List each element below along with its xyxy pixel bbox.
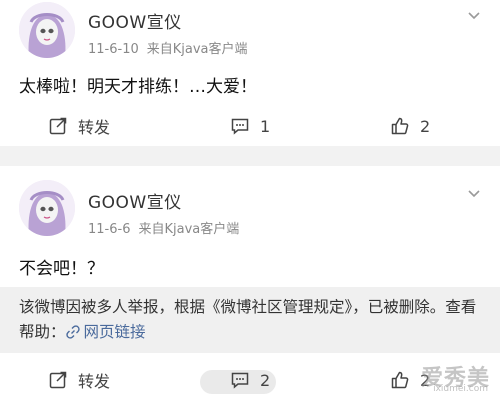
post-source: 来自Kjava客户端 (146, 42, 248, 57)
repost-button[interactable]: 转发 (48, 360, 110, 400)
webpage-link-label: 网页链接 (83, 323, 146, 341)
comment-icon (231, 372, 249, 389)
comment-button[interactable]: 1 (230, 106, 270, 146)
chevron-down-icon[interactable] (466, 186, 482, 202)
author-name[interactable]: GOOW宣仪 (88, 188, 182, 213)
author-name[interactable]: GOOW宣仪 (88, 8, 182, 33)
like-button[interactable]: 2 (390, 106, 430, 146)
avatar[interactable] (19, 180, 75, 236)
post-actions: 转发 1 2 (0, 106, 500, 146)
post-date: 11-6-6 (88, 222, 131, 237)
comment-count: 2 (260, 370, 271, 390)
repost-label: 转发 (78, 372, 111, 391)
chevron-down-icon[interactable] (466, 8, 482, 24)
post-card: GOOW宣仪 11-6-10 来自Kjava客户端 太棒啦！明天才排练！…大爱！ … (0, 0, 500, 146)
like-icon (391, 117, 409, 135)
avatar[interactable] (19, 2, 75, 58)
repost-button[interactable]: 转发 (48, 106, 110, 146)
post-date: 11-6-10 (88, 42, 139, 57)
site-watermark: 爱秀美 ixiumei.com (394, 360, 492, 396)
link-icon (65, 325, 80, 339)
comment-icon (231, 118, 249, 135)
post-source: 来自Kjava客户端 (138, 222, 240, 237)
post-content: 不会吧！？ (19, 259, 104, 279)
deleted-notice: 该微博因被多人举报，根据《微博社区管理规定》，已被删除。查看帮助： 网页链接 (0, 287, 500, 353)
watermark-url: ixiumei.com (433, 384, 488, 394)
repost-icon (49, 117, 67, 135)
webpage-link[interactable]: 网页链接 (65, 323, 146, 341)
post-meta: 11-6-6 来自Kjava客户端 (88, 218, 239, 237)
comment-count: 1 (260, 116, 271, 136)
repost-label: 转发 (78, 118, 111, 137)
comment-button[interactable]: 2 (230, 360, 270, 400)
post-meta: 11-6-10 来自Kjava客户端 (88, 38, 248, 57)
post-content: 太棒啦！明天才排练！…大爱！ (19, 77, 257, 97)
repost-icon (49, 371, 67, 389)
like-count: 2 (420, 116, 431, 136)
